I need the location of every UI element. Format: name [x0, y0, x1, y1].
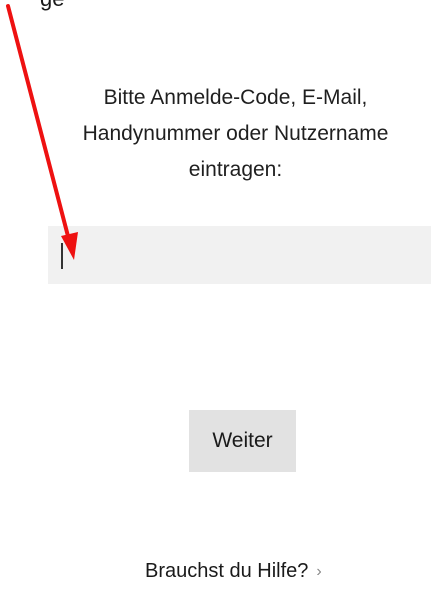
help-link[interactable]: Brauchst du Hilfe? ›: [145, 560, 322, 583]
prompt-line-1: Bitte Anmelde-Code, E-Mail,: [103, 86, 368, 109]
prompt-line-2: Handynummer oder Nutzername: [82, 122, 389, 145]
login-prompt: Bitte Anmelde-Code, E-Mail, Handynummer …: [40, 80, 431, 188]
clipped-top-text: ge: [40, 0, 64, 12]
help-link-label: Brauchst du Hilfe?: [145, 560, 309, 582]
login-identifier-input[interactable]: [48, 226, 431, 284]
chevron-right-icon: ›: [316, 562, 322, 580]
prompt-line-3: eintragen:: [188, 158, 283, 181]
next-button[interactable]: Weiter: [189, 410, 296, 472]
text-cursor: [61, 243, 63, 269]
